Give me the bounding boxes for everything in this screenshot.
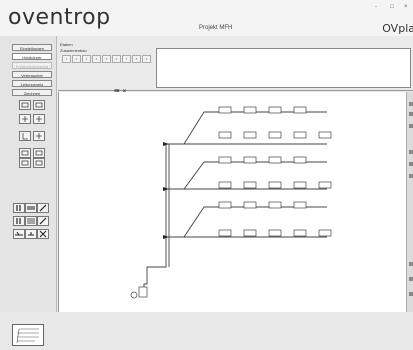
maximize-button[interactable]: □ [390,4,394,10]
nav-radiators-button[interactable]: Heizkörper [12,53,52,60]
drawing-thumbnail[interactable] [12,324,44,346]
close-button[interactable]: × [404,4,408,10]
horizontal-pipe-icon[interactable] [25,216,37,226]
valve-tool-icon[interactable] [19,114,31,124]
nav-floor-heating-button[interactable]: Fußbodenheizung [12,62,52,69]
app-logo: oventrop [8,5,111,30]
pipe-tool-icon[interactable] [19,158,31,168]
riser-tool-icon[interactable] [19,131,31,141]
toolbar-button-icon[interactable] [409,277,413,281]
floor-slot[interactable]: 1 [62,55,71,63]
pipe-tool-icon[interactable] [33,158,45,168]
radiator-tool-icon[interactable] [33,100,45,110]
floor-slot[interactable]: 7 [122,55,131,63]
toolbar-button-icon[interactable] [409,262,413,266]
pipe-tool-icon[interactable] [33,148,45,158]
right-toolbar [406,92,413,312]
floor-slot[interactable]: 3 [82,55,91,63]
toolbar-button-icon[interactable] [409,124,413,128]
heating-schematic [130,106,332,299]
pump-icon[interactable] [13,229,25,239]
project-title: Projekt MFH [199,25,233,31]
minimize-button[interactable]: - [375,4,377,10]
floor-slot[interactable]: 4 [92,55,101,63]
info-box [156,48,411,88]
app-name: OVpla [382,22,413,35]
horizontal-pipe-icon[interactable] [25,203,37,213]
floor-slot[interactable]: 2 [72,55,81,63]
pencil-icon[interactable] [37,216,49,226]
pipe-tool-icon[interactable] [19,148,31,158]
panel-label: Zusammenbau [60,48,87,53]
thumbnail-preview-icon [16,328,39,344]
floor-slot[interactable]: 9 [142,55,151,63]
toolbar-button-icon[interactable] [409,162,413,166]
drawing-canvas[interactable] [58,92,407,312]
valve-tool-icon[interactable] [33,114,45,124]
toolbar-button-icon[interactable] [409,102,413,106]
nav-settings-button[interactable]: Einstellungen [12,44,52,51]
title-bar: oventrop Projekt MFH OVpla - □ × [0,0,413,36]
pencil-icon[interactable] [37,203,49,213]
floor-slot[interactable]: 6 [112,55,121,63]
sidebar: Einstellungen Heizkörper Fußbodenheizung… [0,36,57,346]
parallel-pipe-icon[interactable] [13,216,25,226]
nav-pipe-network-button[interactable]: Leitungsnetz [12,80,52,87]
nav-consumers-button[interactable]: Verbraucher [12,71,52,78]
toolbar-button-icon[interactable] [409,150,413,154]
radiator-tool-icon[interactable] [19,100,31,110]
riser-tool-icon[interactable] [33,131,45,141]
arrow-icon[interactable] [25,229,37,239]
nav-draw-button[interactable]: Zeichnen [12,89,52,96]
parallel-pipe-icon[interactable] [13,203,25,213]
toolbar-button-icon[interactable] [409,112,413,116]
toolbar-button-icon[interactable] [409,174,413,178]
panel-label: Etaben [60,42,73,47]
delete-icon[interactable] [37,229,49,239]
floor-slot[interactable]: 8 [132,55,141,63]
toolbar-button-icon[interactable] [409,292,413,296]
floor-slot[interactable]: 5 [102,55,111,63]
